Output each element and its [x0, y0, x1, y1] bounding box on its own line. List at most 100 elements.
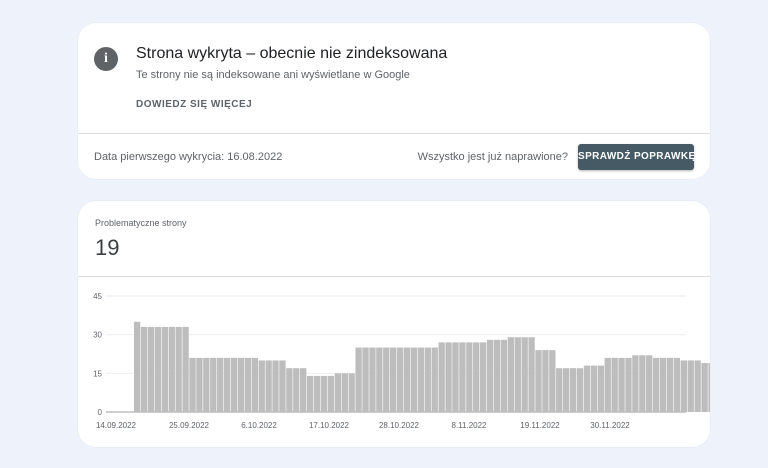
- chart-bar[interactable]: [272, 360, 279, 412]
- x-tick-label: 25.09.2022: [169, 421, 210, 430]
- chart-bar[interactable]: [196, 357, 203, 412]
- chart-bar[interactable]: [694, 360, 701, 412]
- learn-more-link[interactable]: DOWIEDZ SIĘ WIĘCEJ: [136, 99, 252, 110]
- chart-bar[interactable]: [708, 363, 710, 412]
- chart-bar[interactable]: [147, 326, 155, 412]
- chart-bar[interactable]: [473, 342, 480, 412]
- chart-bar[interactable]: [203, 357, 210, 412]
- chart-bar[interactable]: [542, 350, 549, 412]
- chart-bar[interactable]: [210, 357, 217, 412]
- chart-bar[interactable]: [161, 326, 168, 412]
- chart-bar[interactable]: [556, 368, 563, 412]
- chart-bar[interactable]: [604, 357, 611, 412]
- chart-bar[interactable]: [307, 375, 314, 412]
- chart-bar[interactable]: [500, 339, 508, 412]
- chart-bar[interactable]: [673, 357, 681, 412]
- x-tick-label: 8.11.2022: [452, 421, 488, 430]
- chart-bar[interactable]: [410, 347, 418, 412]
- chart-bar[interactable]: [480, 342, 487, 412]
- chart-bar[interactable]: [376, 347, 383, 412]
- chart-bar[interactable]: [362, 347, 369, 412]
- chart-bar[interactable]: [134, 321, 141, 412]
- chart-bar[interactable]: [293, 368, 300, 412]
- chart-bar[interactable]: [618, 357, 625, 412]
- chart-bar[interactable]: [597, 365, 604, 412]
- status-subtitle: Te strony nie są indeksowane ani wyświet…: [136, 69, 410, 81]
- pages-chart: 0 15 30 45 14.09.2022 25.09.2022 6.10.2022 17.1…: [93, 292, 710, 430]
- chart-bar[interactable]: [189, 357, 196, 412]
- chart-bar[interactable]: [459, 342, 466, 412]
- chart-bar[interactable]: [507, 337, 514, 412]
- chart-bar[interactable]: [320, 375, 328, 412]
- chart-bar[interactable]: [680, 360, 687, 412]
- y-tick-label: 0: [98, 408, 103, 417]
- chart-bar[interactable]: [390, 347, 397, 412]
- chart-bar[interactable]: [396, 347, 404, 412]
- chart-bar[interactable]: [514, 337, 521, 412]
- chart-bar[interactable]: [244, 357, 252, 412]
- chart-bar[interactable]: [182, 326, 189, 412]
- chart-bar[interactable]: [528, 337, 535, 412]
- chart-bar[interactable]: [431, 347, 438, 412]
- status-card: i Strona wykryta – obecnie nie zindeksow…: [78, 23, 710, 179]
- chart-bar[interactable]: [521, 337, 528, 412]
- chart-bar[interactable]: [265, 360, 272, 412]
- chart-bar[interactable]: [563, 368, 570, 412]
- chart-bar[interactable]: [327, 375, 335, 412]
- chart-bar[interactable]: [279, 360, 286, 412]
- chart-bar[interactable]: [300, 368, 307, 412]
- chart-bar[interactable]: [486, 339, 494, 412]
- fixed-question-text: Wszystko jest już naprawione?: [417, 151, 568, 163]
- chart-bar[interactable]: [666, 357, 674, 412]
- chart-bar[interactable]: [452, 342, 459, 412]
- chart-bar[interactable]: [140, 326, 148, 412]
- chart-bar[interactable]: [424, 347, 431, 412]
- y-tick-label: 45: [93, 292, 102, 301]
- chart-bar[interactable]: [438, 342, 445, 412]
- divider: [78, 133, 710, 134]
- chart-bar[interactable]: [417, 347, 425, 412]
- chart-bar[interactable]: [583, 365, 591, 412]
- chart-bar[interactable]: [383, 347, 390, 412]
- chart-bar[interactable]: [313, 375, 321, 412]
- chart-bar[interactable]: [154, 326, 162, 412]
- chart-bar[interactable]: [348, 373, 355, 412]
- info-icon: i: [94, 47, 118, 71]
- x-tick-label: 14.09.2022: [96, 421, 137, 430]
- chart-bar[interactable]: [632, 355, 639, 412]
- chart-bar[interactable]: [466, 342, 473, 412]
- x-tick-label: 28.10.2022: [379, 421, 420, 430]
- chart-bar[interactable]: [286, 368, 293, 412]
- chart-bar[interactable]: [175, 326, 182, 412]
- chart-bar[interactable]: [217, 357, 224, 412]
- chart-bar[interactable]: [369, 347, 376, 412]
- chart-bar[interactable]: [576, 368, 584, 412]
- chart-bar[interactable]: [569, 368, 577, 412]
- chart-bar[interactable]: [549, 350, 556, 412]
- chart-bar[interactable]: [625, 357, 632, 412]
- chart-bar[interactable]: [258, 360, 265, 412]
- chart-bar[interactable]: [535, 350, 542, 412]
- validate-fix-button[interactable]: SPRAWDŹ POPRAWKĘ: [578, 144, 695, 170]
- chart-bar[interactable]: [168, 326, 175, 412]
- chart-bar[interactable]: [701, 363, 708, 412]
- chart-bar[interactable]: [230, 357, 238, 412]
- chart-bar[interactable]: [659, 357, 667, 412]
- chart-bar[interactable]: [403, 347, 411, 412]
- divider: [78, 276, 710, 277]
- chart-bar[interactable]: [251, 357, 258, 412]
- chart-bar[interactable]: [237, 357, 245, 412]
- x-tick-label: 6.10.2022: [241, 421, 277, 430]
- chart-bar[interactable]: [341, 373, 348, 412]
- chart-bar[interactable]: [653, 357, 660, 412]
- chart-bar[interactable]: [445, 342, 452, 412]
- chart-bar[interactable]: [223, 357, 231, 412]
- chart-bar[interactable]: [355, 347, 362, 412]
- chart-bar[interactable]: [590, 365, 598, 412]
- chart-bar[interactable]: [493, 339, 501, 412]
- chart-bar[interactable]: [687, 360, 694, 412]
- chart-bar[interactable]: [646, 355, 653, 412]
- chart-bar[interactable]: [611, 357, 618, 412]
- chart-bar[interactable]: [334, 373, 341, 412]
- chart-bar[interactable]: [639, 355, 646, 412]
